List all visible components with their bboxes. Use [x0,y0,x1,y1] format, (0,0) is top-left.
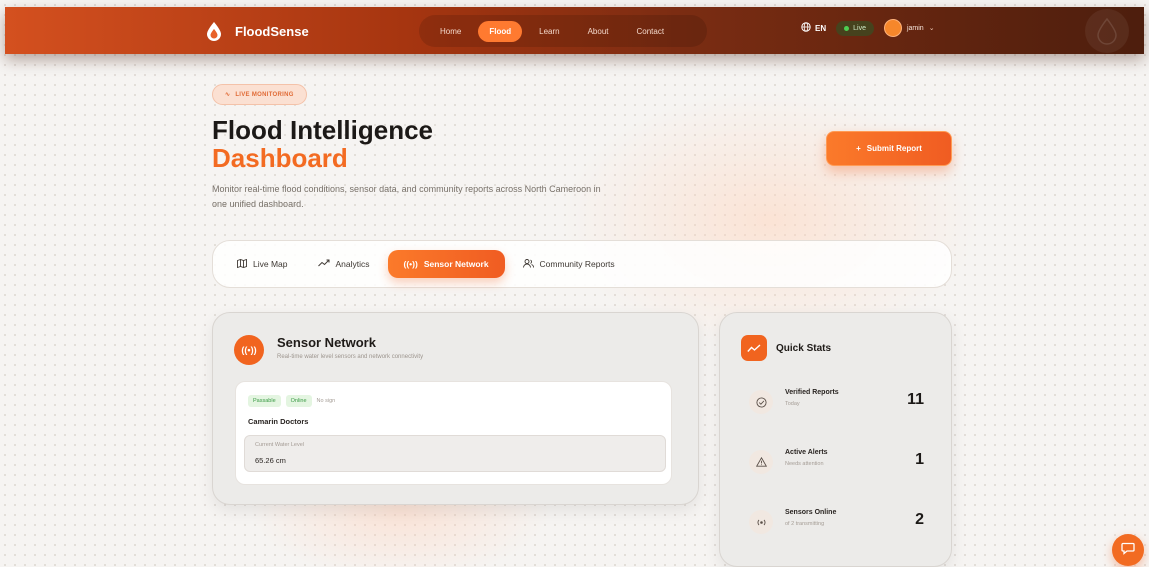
globe-icon [801,22,811,34]
page-title: Flood Intelligence Dashboard [212,116,433,172]
chat-bubble-icon [1121,541,1135,560]
water-drop-logo-icon [205,20,223,42]
water-level-reading: Current Water Level 65.26 cm [244,435,666,472]
user-menu[interactable]: jamin ⌄ [883,19,935,37]
page-title-line1: Flood Intelligence [212,115,434,145]
reading-value: 65.26 cm [255,456,286,465]
check-circle-icon [749,390,773,414]
chevron-down-icon: ⌄ [928,25,935,32]
tab-sensor-network[interactable]: ((•)) Sensor Network [387,250,505,278]
sensor-network-title: Sensor Network [277,335,376,350]
tab-community-reports[interactable]: Community Reports [511,251,627,278]
sensor-icon: ((•)) [403,259,418,269]
stat-label: Verified Reports [785,389,839,396]
stat-active-alerts: Active Alerts Needs attention 1 [738,441,938,485]
live-status-badge: Live [836,20,874,36]
live-dot-icon [844,25,850,31]
stat-sub: Needs attention [785,461,824,467]
top-navbar: FloodSense Home Flood Learn About Contac… [5,7,1144,54]
status-badge: Passable [248,395,281,407]
stat-sub: Today [785,401,800,407]
page-title-line2: Dashboard [212,143,348,173]
stat-value: 1 [915,451,924,468]
map-icon [237,258,247,270]
sensor-network-icon: ((•)) [234,335,264,365]
sensor-online-icon [749,510,773,534]
submit-report-button[interactable]: + Submit Report [826,131,952,166]
brand-name: FloodSense [235,23,309,39]
stat-sensors-online: Sensors Online of 2 transmitting 2 [738,501,938,545]
language-selector[interactable]: EN [801,22,826,34]
quick-stats-title: Quick Stats [776,343,832,354]
sensor-card[interactable]: Passable Online No sign Camarin Doctors … [235,381,672,485]
warning-icon [749,450,773,474]
tab-label: Analytics [335,259,370,269]
tab-analytics[interactable]: Analytics [306,251,382,277]
nav-right-controls: EN Live jamin ⌄ [801,19,935,37]
user-name: jamin [906,24,924,32]
stat-verified-reports: Verified Reports Today 11 [738,381,938,425]
stat-sub: of 2 transmitting [785,521,825,527]
pulse-icon: ∿ [225,92,231,98]
sensor-network-subtitle: Real-time water level sensors and networ… [277,354,424,360]
quick-stats-panel: Quick Stats Verified Reports Today 11 Ac… [719,312,952,567]
water-drop-decoration-icon [1085,9,1129,53]
brand[interactable]: FloodSense [205,20,309,42]
hero-badge-label: LIVE MONITORING [235,91,294,98]
nav-link-contact[interactable]: Contact [626,21,676,42]
tab-live-map[interactable]: Live Map [225,251,300,278]
nav-link-learn[interactable]: Learn [528,21,570,42]
page-subtitle: Monitor real-time flood conditions, sens… [212,184,601,209]
stat-value: 2 [915,511,924,528]
tab-label: Sensor Network [423,259,489,269]
nav-link-flood[interactable]: Flood [478,20,523,42]
reading-label: Current Water Level [255,442,305,448]
community-icon [522,258,534,270]
language-label: EN [815,23,827,33]
submit-report-label: Submit Report [866,144,922,153]
live-monitoring-badge: ∿ LIVE MONITORING [212,84,307,105]
chat-button[interactable] [1112,534,1144,566]
nav-link-about[interactable]: About [577,21,620,42]
trend-chart-icon [741,335,767,361]
nav-link-home[interactable]: Home [429,21,472,42]
live-label: Live [853,24,866,32]
sensor-name: Camarin Doctors [248,417,309,426]
tab-label: Community Reports [539,259,615,269]
tag-note: No sign [316,398,336,404]
sensor-network-panel: ((•)) Sensor Network Real-time water lev… [212,312,699,505]
stat-value: 11 [907,391,924,408]
avatar [883,19,902,37]
stat-label: Active Alerts [785,449,828,456]
analytics-icon [317,259,330,269]
plus-icon: + [856,144,861,153]
status-badge: Online [285,395,312,407]
background-glow [560,90,980,350]
stat-label: Sensors Online [785,509,837,516]
sensor-tags: Passable Online No sign [248,395,335,407]
dashboard-tabs: Live Map Analytics ((•)) Sensor Network … [212,240,952,288]
main-nav: Home Flood Learn About Contact [419,15,707,47]
tab-label: Live Map [253,259,288,269]
